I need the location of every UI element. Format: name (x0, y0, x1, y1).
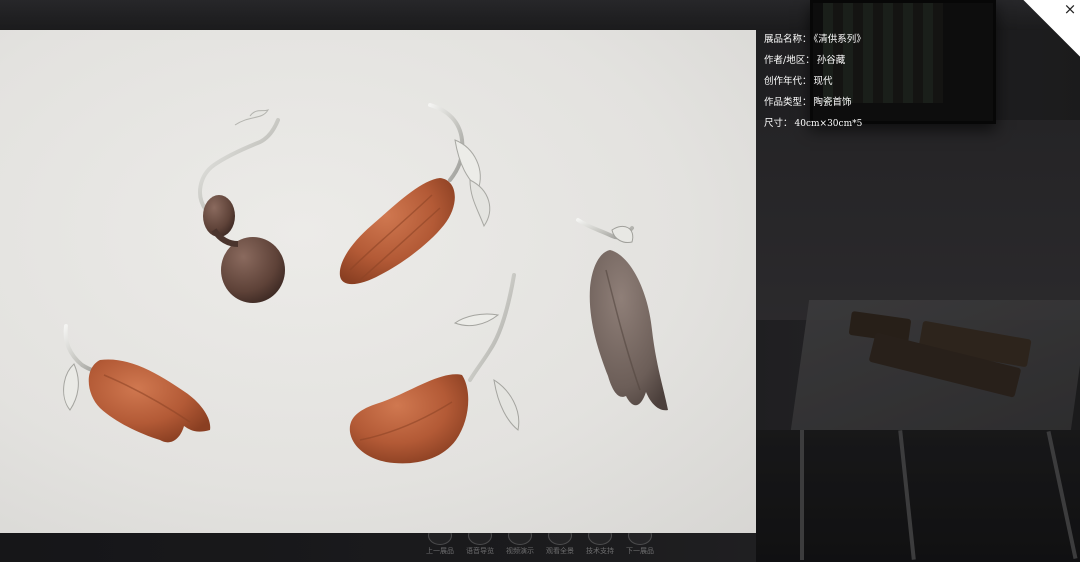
info-author-value: 孙谷藏 (816, 55, 846, 66)
info-name-label: 展品名称： (764, 34, 812, 45)
buddha-hand-piece (63, 324, 211, 443)
info-era-label: 创作年代： (764, 76, 812, 87)
buddha-hand-piece (339, 103, 491, 285)
gourd-piece (198, 109, 285, 303)
info-name-value: 《清供系列》 (813, 34, 866, 45)
grey-buddha-hand-piece (576, 218, 668, 411)
info-author-label: 作者/地区： (764, 55, 815, 66)
info-era-value: 现代 (813, 76, 833, 87)
exhibit-photo (0, 30, 756, 533)
buddha-hand-piece (349, 273, 520, 464)
nav-label: 上一展品 (426, 547, 454, 555)
info-type-value: 陶瓷首饰 (813, 97, 852, 108)
info-size-label: 尺寸： (764, 118, 793, 129)
info-size-row: 尺寸： 40cm×30cm*5 (764, 117, 1004, 138)
nav-label: 下一展品 (626, 547, 654, 555)
exhibit-photo-illustration (63, 103, 668, 464)
info-name-row: 展品名称： 《清供系列》 (764, 33, 1004, 54)
exhibit-info-panel: 展品名称： 《清供系列》 作者/地区： 孙谷藏 创作年代： 现代 作品类型： 陶瓷首饰 … (764, 33, 1004, 138)
info-size-value: 40cm×30cm*5 (794, 119, 863, 129)
info-author-row: 作者/地区： 孙谷藏 (764, 54, 1004, 75)
nav-label: 观看全景 (546, 547, 574, 555)
close-icon: × (1063, 0, 1077, 18)
info-type-label: 作品类型： (764, 97, 812, 108)
info-type-row: 作品类型： 陶瓷首饰 (764, 96, 1004, 117)
info-era-row: 创作年代： 现代 (764, 75, 1004, 96)
nav-label: 视频演示 (506, 547, 534, 555)
close-button[interactable]: × (1060, 0, 1080, 20)
nav-label: 技术支持 (586, 547, 614, 555)
viewer-stage: 上一展品 语音导览 视频演示 观看全景 技术支持 下一展品 展品名称： 《清供系… (0, 0, 1080, 562)
nav-label: 语音导览 (466, 547, 494, 555)
